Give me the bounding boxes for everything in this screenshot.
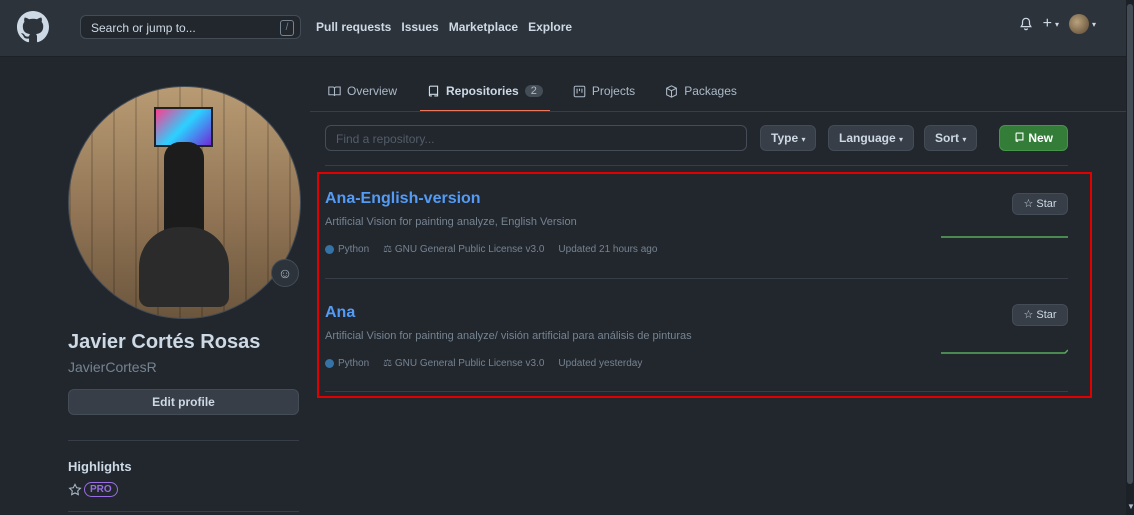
- divider: [68, 440, 299, 441]
- plus-icon: +: [1042, 15, 1052, 32]
- highlights-title: Highlights: [68, 459, 132, 474]
- new-repository-label: New: [1028, 131, 1054, 145]
- nav-issues[interactable]: Issues: [401, 20, 438, 34]
- chevron-down-icon: ▾: [1054, 19, 1059, 29]
- search-placeholder: Search or jump to...: [91, 21, 196, 35]
- sort-label: Sort: [935, 131, 959, 145]
- profile-tabs: Overview Repositories 2 Projects Package…: [324, 78, 741, 104]
- project-icon: [573, 85, 586, 97]
- tab-projects-label: Projects: [591, 84, 636, 98]
- repo-icon: [428, 85, 439, 97]
- pro-badge: PRO: [84, 482, 118, 497]
- edit-profile-button[interactable]: Edit profile: [68, 389, 299, 415]
- page-scrollbar[interactable]: ▼: [1126, 0, 1134, 515]
- type-filter-button[interactable]: Type ▾: [760, 125, 817, 151]
- nav-marketplace[interactable]: Marketplace: [449, 20, 518, 34]
- search-input[interactable]: Search or jump to... /: [80, 15, 301, 39]
- avatar-photo-screen: [154, 107, 213, 147]
- divider: [68, 511, 299, 512]
- repositories-count-badge: 2: [524, 85, 543, 97]
- nav-explore[interactable]: Explore: [528, 20, 572, 34]
- find-repository-placeholder: Find a repository...: [336, 132, 435, 146]
- create-new-dropdown[interactable]: + ▾: [1043, 15, 1059, 33]
- profile-login: JavierCortesR: [68, 359, 157, 375]
- tabs-divider: [310, 111, 1126, 112]
- type-filter-label: Type: [771, 131, 799, 145]
- search-shortcut-key: /: [280, 20, 294, 36]
- nav-pull-requests[interactable]: Pull requests: [316, 20, 391, 34]
- user-menu-dropdown[interactable]: ▾: [1068, 14, 1096, 34]
- tab-packages-label: Packages: [684, 84, 737, 98]
- scroll-down-arrow-icon[interactable]: ▼: [1127, 502, 1134, 511]
- tab-overview[interactable]: Overview: [324, 78, 401, 104]
- header-bar: Search or jump to... / Pull requests Iss…: [0, 0, 1126, 57]
- tab-repositories-label: Repositories: [446, 84, 519, 98]
- tab-packages[interactable]: Packages: [661, 78, 741, 104]
- star-icon: [68, 482, 82, 496]
- bell-icon[interactable]: [1019, 17, 1033, 31]
- top-nav: Pull requests Issues Marketplace Explore: [316, 20, 572, 34]
- new-repository-button[interactable]: New: [999, 125, 1068, 151]
- header-actions: + ▾ ▾: [1019, 14, 1096, 34]
- list-divider: [325, 165, 1068, 166]
- language-filter-button[interactable]: Language ▾: [828, 125, 915, 151]
- chevron-down-icon: ▾: [962, 135, 967, 144]
- scrollbar-thumb[interactable]: [1127, 4, 1133, 484]
- find-repository-input[interactable]: Find a repository...: [325, 125, 747, 151]
- profile-avatar[interactable]: [68, 86, 301, 319]
- package-icon: [666, 84, 678, 98]
- github-logo-icon[interactable]: [17, 11, 49, 43]
- book-icon: [328, 86, 341, 96]
- chevron-down-icon: ▾: [1091, 19, 1096, 29]
- sort-button[interactable]: Sort ▾: [924, 125, 978, 151]
- tab-repositories[interactable]: Repositories 2: [423, 78, 547, 104]
- set-status-smiley-icon[interactable]: ☺: [271, 259, 299, 287]
- avatar-photo-seat: [139, 227, 229, 307]
- chevron-down-icon: ▾: [801, 135, 806, 144]
- tab-projects[interactable]: Projects: [569, 78, 639, 104]
- chevron-down-icon: ▾: [899, 135, 904, 144]
- tab-overview-label: Overview: [347, 84, 398, 98]
- highlights-pro: PRO: [68, 482, 118, 497]
- profile-name: Javier Cortés Rosas: [68, 331, 261, 353]
- repo-icon: [1015, 132, 1024, 142]
- avatar: [1068, 14, 1089, 34]
- highlight-annotation-box: [317, 172, 1092, 398]
- language-filter-label: Language: [839, 131, 896, 145]
